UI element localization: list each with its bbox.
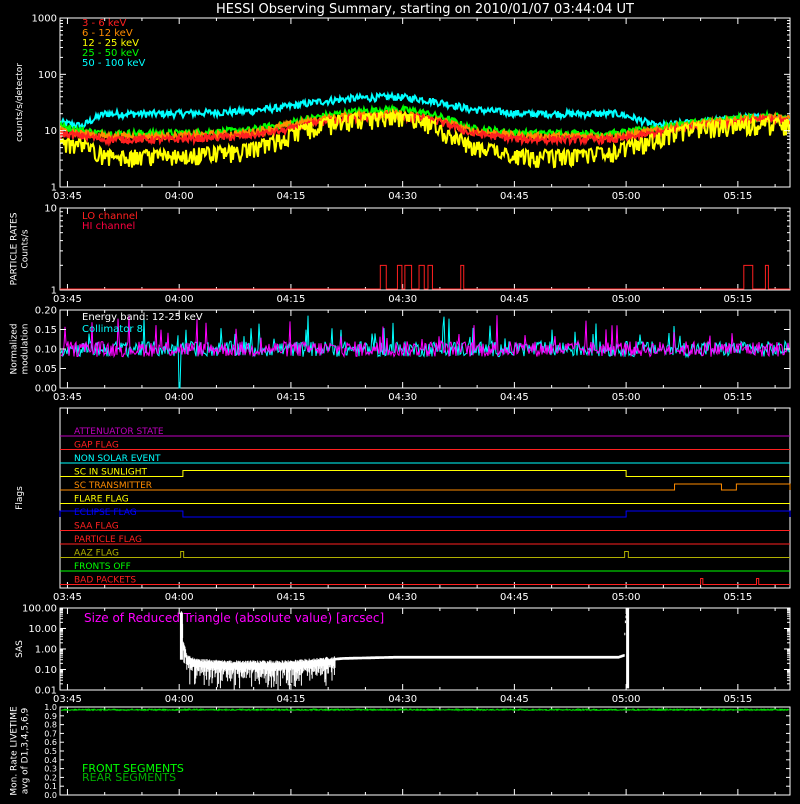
y-tick-label: 0.3 bbox=[44, 765, 57, 774]
y-axis-label: counts/s/detector bbox=[15, 63, 25, 142]
y-tick-label: 100 bbox=[38, 70, 57, 81]
flag-label: FLARE FLAG bbox=[74, 495, 129, 505]
figure-svg: HESSI Observing Summary, starting on 201… bbox=[0, 0, 800, 804]
y-tick-label: 0.10 bbox=[35, 665, 57, 676]
y-tick-label: 1000 bbox=[32, 14, 57, 25]
x-tick-label: 03:45 bbox=[53, 392, 82, 403]
legend-entry: 50 - 100 keV bbox=[82, 58, 146, 69]
y-tick-label: 1.0 bbox=[44, 703, 57, 712]
flag-label: FRONTS OFF bbox=[74, 562, 131, 572]
y-tick-label: 100.00 bbox=[22, 604, 57, 615]
y-tick-label: 0.20 bbox=[35, 306, 57, 317]
y-tick-label: 10 bbox=[44, 204, 57, 215]
flag-label: BAD PACKETS bbox=[74, 576, 136, 586]
y-tick-label: 0.00 bbox=[35, 384, 57, 395]
x-tick-label: 04:45 bbox=[500, 694, 529, 705]
x-tick-label: 03:45 bbox=[53, 592, 82, 603]
y-axis-label: Counts/s bbox=[21, 229, 31, 268]
x-tick-label: 04:45 bbox=[500, 294, 529, 305]
x-tick-label: 05:15 bbox=[723, 592, 752, 603]
x-tick-label: 04:30 bbox=[388, 592, 417, 603]
x-tick-label: 04:00 bbox=[165, 294, 194, 305]
figure-title: HESSI Observing Summary, starting on 201… bbox=[216, 2, 634, 17]
flag-label: PARTICLE FLAG bbox=[74, 535, 142, 545]
y-tick-label: 1.00 bbox=[35, 645, 57, 656]
y-tick-label: 10.00 bbox=[28, 624, 57, 635]
y-tick-label: 0.15 bbox=[35, 325, 57, 336]
x-tick-label: 04:15 bbox=[277, 592, 306, 603]
y-axis-label: Flags bbox=[15, 486, 25, 510]
y-tick-label: 0.10 bbox=[35, 345, 57, 356]
energy-band-annotation: Energy band: 12-25 keV bbox=[82, 312, 203, 323]
x-tick-label: 05:15 bbox=[723, 392, 752, 403]
x-tick-label: 04:15 bbox=[277, 392, 306, 403]
flag-label: ECLIPSE FLAG bbox=[74, 508, 137, 518]
y-tick-label: 0.01 bbox=[35, 686, 57, 697]
x-tick-label: 04:45 bbox=[500, 191, 529, 202]
x-tick-label: 05:00 bbox=[612, 392, 641, 403]
y-tick-label: 0.0 bbox=[44, 791, 57, 800]
y-tick-label: 0.5 bbox=[44, 747, 57, 756]
sas-annotation: Size of Reduced Triangle (absolute value… bbox=[84, 611, 384, 625]
x-tick-label: 04:00 bbox=[165, 694, 194, 705]
y-tick-label: 0.9 bbox=[44, 712, 57, 721]
y-axis-label: avg of D1,3,4,5,6,9 bbox=[21, 707, 31, 794]
y-axis-label: Normalized bbox=[10, 323, 20, 374]
legend-entry: HI channel bbox=[82, 221, 135, 232]
y-tick-label: 0.7 bbox=[44, 729, 57, 738]
x-tick-label: 04:15 bbox=[277, 191, 306, 202]
x-tick-label: 05:00 bbox=[612, 294, 641, 305]
x-tick-label: 04:00 bbox=[165, 191, 194, 202]
x-tick-label: 04:30 bbox=[388, 191, 417, 202]
y-axis-label: modulation bbox=[21, 324, 31, 375]
x-tick-label: 04:45 bbox=[500, 392, 529, 403]
x-tick-label: 04:15 bbox=[277, 294, 306, 305]
x-tick-label: 05:15 bbox=[723, 694, 752, 705]
y-axis-label: SAS bbox=[15, 640, 25, 658]
y-tick-label: 0.6 bbox=[44, 738, 57, 747]
y-axis-label: PARTICLE RATES bbox=[10, 212, 20, 285]
x-tick-label: 04:00 bbox=[165, 392, 194, 403]
legend-entry: REAR SEGMENTS bbox=[82, 771, 176, 784]
flag-label: SC TRANSMITTER bbox=[74, 481, 152, 491]
x-tick-label: 04:30 bbox=[388, 294, 417, 305]
x-tick-label: 05:00 bbox=[612, 592, 641, 603]
flag-label: GAP FLAG bbox=[74, 441, 119, 451]
hessi-summary-figure: HESSI Observing Summary, starting on 201… bbox=[0, 0, 800, 804]
x-tick-label: 05:00 bbox=[612, 191, 641, 202]
x-tick-label: 04:45 bbox=[500, 592, 529, 603]
x-tick-label: 04:00 bbox=[165, 592, 194, 603]
flag-label: SC IN SUNLIGHT bbox=[74, 468, 148, 478]
y-tick-label: 10 bbox=[44, 126, 57, 137]
flag-label: ATTENUATOR STATE bbox=[74, 427, 164, 437]
x-tick-label: 03:45 bbox=[53, 294, 82, 305]
y-tick-label: 0.05 bbox=[35, 364, 57, 375]
x-tick-label: 03:45 bbox=[53, 694, 82, 705]
y-axis-label: Mon. Rate LIVETIME bbox=[10, 706, 20, 796]
x-tick-label: 05:15 bbox=[723, 191, 752, 202]
y-tick-label: 0.2 bbox=[44, 773, 57, 782]
x-tick-label: 04:30 bbox=[388, 392, 417, 403]
flag-label: AAZ FLAG bbox=[74, 549, 119, 559]
x-tick-label: 05:15 bbox=[723, 294, 752, 305]
y-tick-label: 0.1 bbox=[44, 782, 57, 791]
flag-label: SAA FLAG bbox=[74, 522, 119, 532]
x-tick-label: 04:15 bbox=[277, 694, 306, 705]
y-tick-label: 1 bbox=[51, 286, 57, 297]
x-tick-label: 03:45 bbox=[53, 191, 82, 202]
legend-entry: Collimator 8 bbox=[82, 324, 143, 335]
flag-label: NON SOLAR EVENT bbox=[74, 454, 161, 464]
x-tick-label: 05:00 bbox=[612, 694, 641, 705]
x-tick-label: 04:30 bbox=[388, 694, 417, 705]
y-tick-label: 0.4 bbox=[44, 756, 57, 765]
y-tick-label: 0.8 bbox=[44, 721, 57, 730]
y-tick-label: 1 bbox=[51, 183, 57, 194]
